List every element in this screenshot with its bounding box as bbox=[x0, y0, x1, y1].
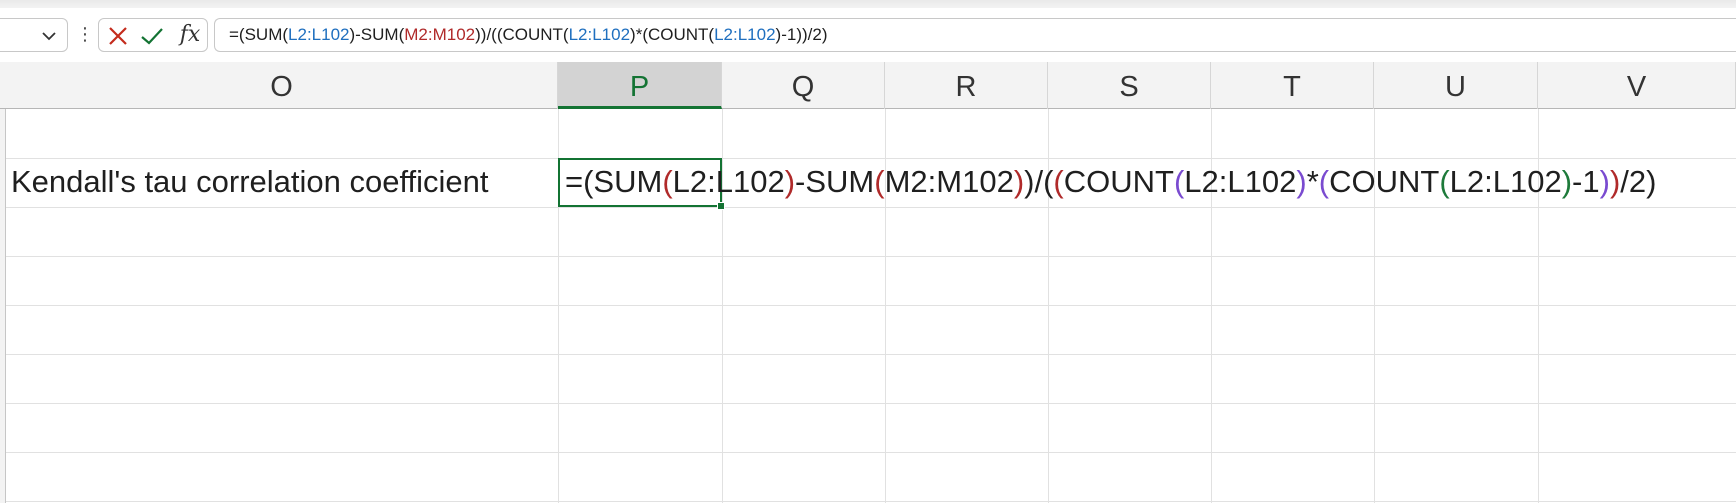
edit-token: /2) bbox=[1620, 164, 1657, 199]
column-header-s[interactable]: S bbox=[1048, 62, 1211, 109]
edit-token: ( bbox=[1318, 164, 1330, 199]
close-icon[interactable] bbox=[105, 23, 131, 49]
edit-token: ) bbox=[1599, 164, 1610, 199]
formula-input[interactable]: =(SUM(L2:L102)-SUM(M2:M102))/((COUNT(L2:… bbox=[214, 18, 1736, 52]
row-header-edge bbox=[0, 109, 6, 503]
column-header-t[interactable]: T bbox=[1211, 62, 1374, 109]
name-box-dropdown[interactable] bbox=[0, 18, 68, 52]
row-gridline bbox=[6, 207, 1736, 208]
edit-token: COUNT bbox=[1063, 164, 1174, 199]
formula-token: L2:L102 bbox=[288, 25, 350, 44]
row-gridline bbox=[6, 305, 1736, 306]
cell-edit-text[interactable]: =(SUM(L2:L102)-SUM(M2:M102))/((COUNT(L2:… bbox=[565, 164, 1656, 200]
edit-token: COUNT bbox=[1329, 164, 1440, 199]
formula-token: M2:M102 bbox=[404, 25, 476, 44]
formula-token: )-1))/2) bbox=[775, 25, 828, 44]
edit-token: L2:L102 bbox=[1184, 164, 1297, 199]
column-header-p[interactable]: P bbox=[558, 62, 722, 109]
edit-token: ( bbox=[1173, 164, 1185, 199]
check-icon[interactable] bbox=[139, 23, 165, 49]
edit-token: ( bbox=[662, 164, 673, 199]
column-header-v[interactable]: V bbox=[1538, 62, 1736, 109]
formula-token: ))/((COUNT( bbox=[475, 25, 569, 44]
edit-token: ) bbox=[784, 164, 796, 199]
formula-token: )-SUM( bbox=[349, 25, 405, 44]
edit-token: L2:L102 bbox=[672, 164, 785, 199]
column-header-u[interactable]: U bbox=[1374, 62, 1538, 109]
edit-token: -SUM bbox=[795, 164, 875, 199]
edit-token: ) bbox=[1609, 164, 1621, 199]
row-gridline bbox=[6, 158, 1736, 159]
column-header-q[interactable]: Q bbox=[722, 62, 885, 109]
edit-token: -1 bbox=[1572, 164, 1600, 199]
formula-bar: ⋮ fx =(SUM(L2:L102)-SUM(M2:M102))/((COUN… bbox=[0, 0, 1736, 62]
formula-token: )*(COUNT( bbox=[630, 25, 715, 44]
row-gridline bbox=[6, 501, 1736, 502]
row-gridline bbox=[6, 256, 1736, 257]
row-gridline bbox=[6, 452, 1736, 453]
edit-token: ( bbox=[874, 164, 885, 199]
column-header-r[interactable]: R bbox=[885, 62, 1048, 109]
fill-handle[interactable] bbox=[717, 202, 725, 210]
edit-token: ) bbox=[1561, 164, 1573, 199]
chevron-down-icon[interactable] bbox=[40, 27, 58, 45]
row-gridline bbox=[6, 354, 1736, 355]
edit-token: ) bbox=[1013, 164, 1025, 199]
edit-token: ) bbox=[1296, 164, 1307, 199]
ribbon-edge bbox=[0, 0, 1736, 8]
cell-o3[interactable]: Kendall's tau correlation coefficient bbox=[11, 164, 489, 200]
edit-token: * bbox=[1306, 164, 1319, 199]
insert-function-button[interactable]: fx bbox=[175, 23, 205, 49]
column-header-o[interactable]: O bbox=[6, 62, 558, 109]
row-gridline bbox=[6, 403, 1736, 404]
formula-buttons: fx bbox=[98, 18, 208, 52]
column-header-row: OPQRSTUV bbox=[0, 62, 1736, 109]
formula-token: L2:L102 bbox=[568, 25, 631, 44]
formula-token: =(SUM( bbox=[229, 25, 289, 44]
edit-token: )/( bbox=[1024, 164, 1054, 199]
spreadsheet-grid: OPQRSTUV Kendall's tau correlation coeff… bbox=[0, 62, 1736, 503]
formula-token: L2:L102 bbox=[714, 25, 776, 44]
edit-token: ( bbox=[1439, 164, 1450, 199]
edit-token: M2:M102 bbox=[884, 164, 1014, 199]
edit-token: =(SUM bbox=[565, 164, 663, 199]
edit-token: ( bbox=[1053, 164, 1064, 199]
edit-token: L2:L102 bbox=[1449, 164, 1562, 199]
more-options-icon[interactable]: ⋮ bbox=[76, 20, 94, 50]
